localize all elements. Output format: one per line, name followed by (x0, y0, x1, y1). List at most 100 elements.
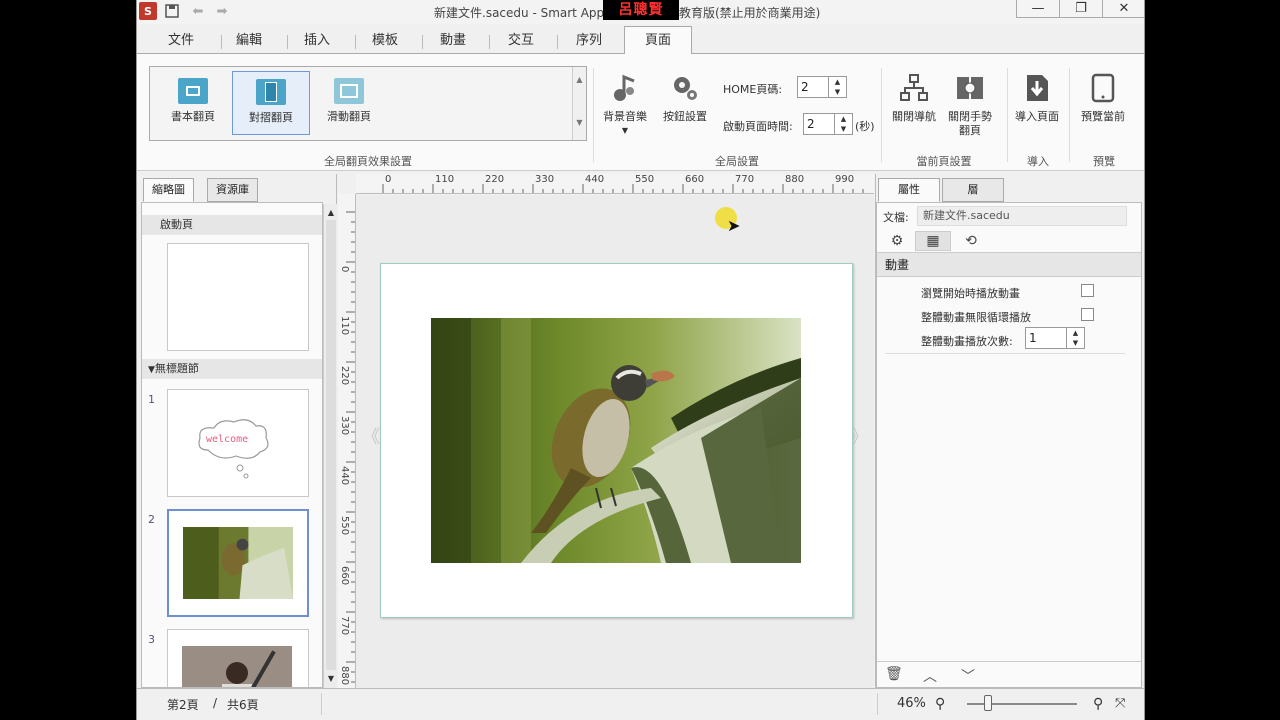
tab-resource-library[interactable]: 資源庫 (207, 178, 258, 202)
loop-icon[interactable]: ⟲ (953, 231, 989, 251)
minimize-icon: — (1031, 1, 1045, 16)
tab-sequence[interactable]: 序列 (567, 29, 611, 53)
scrollbar-thumb[interactable] (326, 220, 336, 670)
import-page-button[interactable]: 導入頁面 (1009, 72, 1065, 124)
page-thumbnail-1[interactable]: welcome (167, 389, 309, 497)
tab-template[interactable]: 模板 (363, 29, 407, 53)
music-icon (608, 72, 642, 104)
save-icon[interactable] (163, 2, 181, 20)
chevron-up-icon[interactable]: ▲ (829, 77, 846, 87)
button-label: 關閉導航 (892, 110, 936, 123)
infinite-loop-checkbox[interactable] (1081, 308, 1094, 321)
play-count-stepper[interactable]: 1 ▲ ▼ (1025, 327, 1085, 349)
tab-edit[interactable]: 編輯 (227, 29, 271, 53)
right-panel: 屬性 層 文檔: 新建文件.sacedu ⚙ ▦ ⟲ 動畫 瀏覽開始時播放動畫 … (875, 174, 1144, 688)
gear-icon[interactable]: ⚙ (879, 231, 915, 251)
startup-page-thumbnail[interactable] (167, 243, 309, 351)
chevron-down-icon[interactable]: ▼ (324, 672, 338, 686)
caret-down-icon: ▼ (148, 365, 155, 375)
horizontal-ruler: 0 110 220 330 440 550 660 770 880 990 (356, 174, 874, 194)
tab-file[interactable]: 文件 (159, 29, 203, 53)
menu-divider (557, 35, 558, 49)
tab-page[interactable]: 頁面 (624, 26, 692, 54)
stepper-arrows[interactable]: ▲ ▼ (828, 77, 846, 97)
ruler-tick-label: 550 (339, 516, 350, 536)
fit-screen-icon[interactable]: ⤧ (1115, 696, 1125, 711)
design-canvas[interactable]: 《 》 (356, 195, 874, 688)
tab-animation[interactable]: 動畫 (431, 29, 475, 53)
chevron-up-icon[interactable]: ▲ (835, 114, 852, 124)
chevron-up-icon[interactable]: ▲ (324, 206, 338, 220)
redo-icon[interactable]: ➡ (213, 2, 231, 20)
ribbon-divider (881, 68, 882, 162)
menu-divider (287, 35, 288, 49)
close-button[interactable]: ✕ (1102, 0, 1144, 18)
stepper-arrows[interactable]: ▲ ▼ (834, 114, 852, 134)
page-stage[interactable] (380, 263, 853, 618)
menu-divider (355, 35, 356, 49)
page-thumbnail-3[interactable] (167, 629, 309, 687)
chevron-down-icon[interactable]: ▼ (573, 118, 586, 127)
button-label: 按鈕設置 (663, 110, 707, 123)
maximize-button[interactable]: ❐ (1059, 0, 1103, 18)
start-time-unit: (秒) (855, 120, 875, 133)
app-logo-icon[interactable]: S (139, 2, 157, 20)
minimize-button[interactable]: — (1016, 0, 1060, 18)
section-header[interactable]: ▼無標題節 (142, 359, 322, 379)
zoom-out-icon[interactable]: ⚲ (935, 696, 945, 712)
gallery-item-slide-flip[interactable]: 滑動翻頁 (310, 71, 388, 135)
tab-insert[interactable]: 插入 (295, 29, 339, 53)
page-thumbnail-2[interactable] (167, 509, 309, 617)
close-navigation-button[interactable]: 關閉導航 (885, 72, 943, 124)
zoom-slider-handle[interactable] (984, 695, 992, 711)
film-icon[interactable]: ▦ (915, 231, 951, 251)
startup-page-header: 啟動頁 (142, 215, 322, 235)
tab-layers[interactable]: 層 (942, 178, 1004, 202)
preview-current-button[interactable]: 預覽當前 (1073, 72, 1133, 124)
gallery-scrollbar[interactable]: ▲ ▼ (572, 67, 586, 140)
book-flip-icon (178, 78, 208, 104)
divider (885, 353, 1125, 354)
app-window: S ⬅ ➡ 新建文件.sacedu - Smart Apps 呂聰賢 教育版(禁… (136, 0, 1145, 720)
ribbon-divider (593, 68, 594, 162)
arrow-down-icon[interactable]: ﹀ (961, 666, 975, 686)
zoom-level: 46% (897, 696, 926, 711)
dropdown-arrow-icon: ▼ (621, 126, 629, 135)
start-time-stepper[interactable]: 2 ▲ ▼ (803, 113, 853, 135)
bird-photo[interactable] (431, 318, 801, 563)
undo-icon[interactable]: ⬅ (189, 2, 207, 20)
chevron-down-icon[interactable]: ▼ (1067, 338, 1084, 348)
zoom-in-icon[interactable]: ⚲ (1093, 696, 1103, 712)
tab-interaction[interactable]: 交互 (499, 29, 543, 53)
divider (321, 693, 322, 715)
arrow-up-icon[interactable]: ︿ (923, 666, 937, 686)
chevron-down-icon[interactable]: ▼ (835, 124, 852, 134)
play-on-start-checkbox[interactable] (1081, 284, 1094, 297)
document-name-field[interactable]: 新建文件.sacedu (917, 206, 1127, 226)
thumbnail-scrollbar[interactable]: ▲ ▼ (323, 204, 337, 688)
group-label-preview: 預覽 (1093, 155, 1115, 168)
ruler-tick-label: 990 (835, 174, 855, 185)
gallery-item-label: 對摺翻頁 (249, 111, 293, 124)
thumbnail-list: 啟動頁 ▼無標題節 1 welcome 2 3 (141, 202, 323, 688)
home-page-stepper[interactable]: 2 ▲ ▼ (797, 76, 847, 98)
close-gesture-flip-button[interactable]: 關閉手勢翻頁 (943, 72, 997, 138)
button-settings-button[interactable]: 按鈕設置 (655, 72, 715, 124)
menu-divider (489, 35, 490, 49)
option-label: 整體動畫無限循環播放 (921, 311, 1031, 324)
stepper-arrows[interactable]: ▲ ▼ (1066, 328, 1084, 348)
home-page-label: HOME頁碼: (723, 83, 783, 96)
gallery-item-fold-flip[interactable]: 對摺翻頁 (232, 71, 310, 135)
trash-icon[interactable]: 🗑 (885, 666, 903, 682)
tab-thumbnails[interactable]: 縮略圖 (143, 178, 194, 202)
previous-page-icon[interactable]: 《 (362, 423, 380, 449)
background-music-button[interactable]: 背景音樂 ▼ (597, 72, 653, 138)
section-title: 無標題節 (154, 362, 199, 375)
chevron-up-icon[interactable]: ▲ (1067, 328, 1084, 338)
group-label-import: 導入 (1027, 155, 1049, 168)
tab-properties[interactable]: 屬性 (878, 178, 940, 202)
gallery-item-book-flip[interactable]: 書本翻頁 (154, 71, 232, 135)
chevron-up-icon[interactable]: ▲ (573, 75, 586, 84)
chevron-down-icon[interactable]: ▼ (829, 87, 846, 97)
fold-flip-icon (256, 79, 286, 105)
